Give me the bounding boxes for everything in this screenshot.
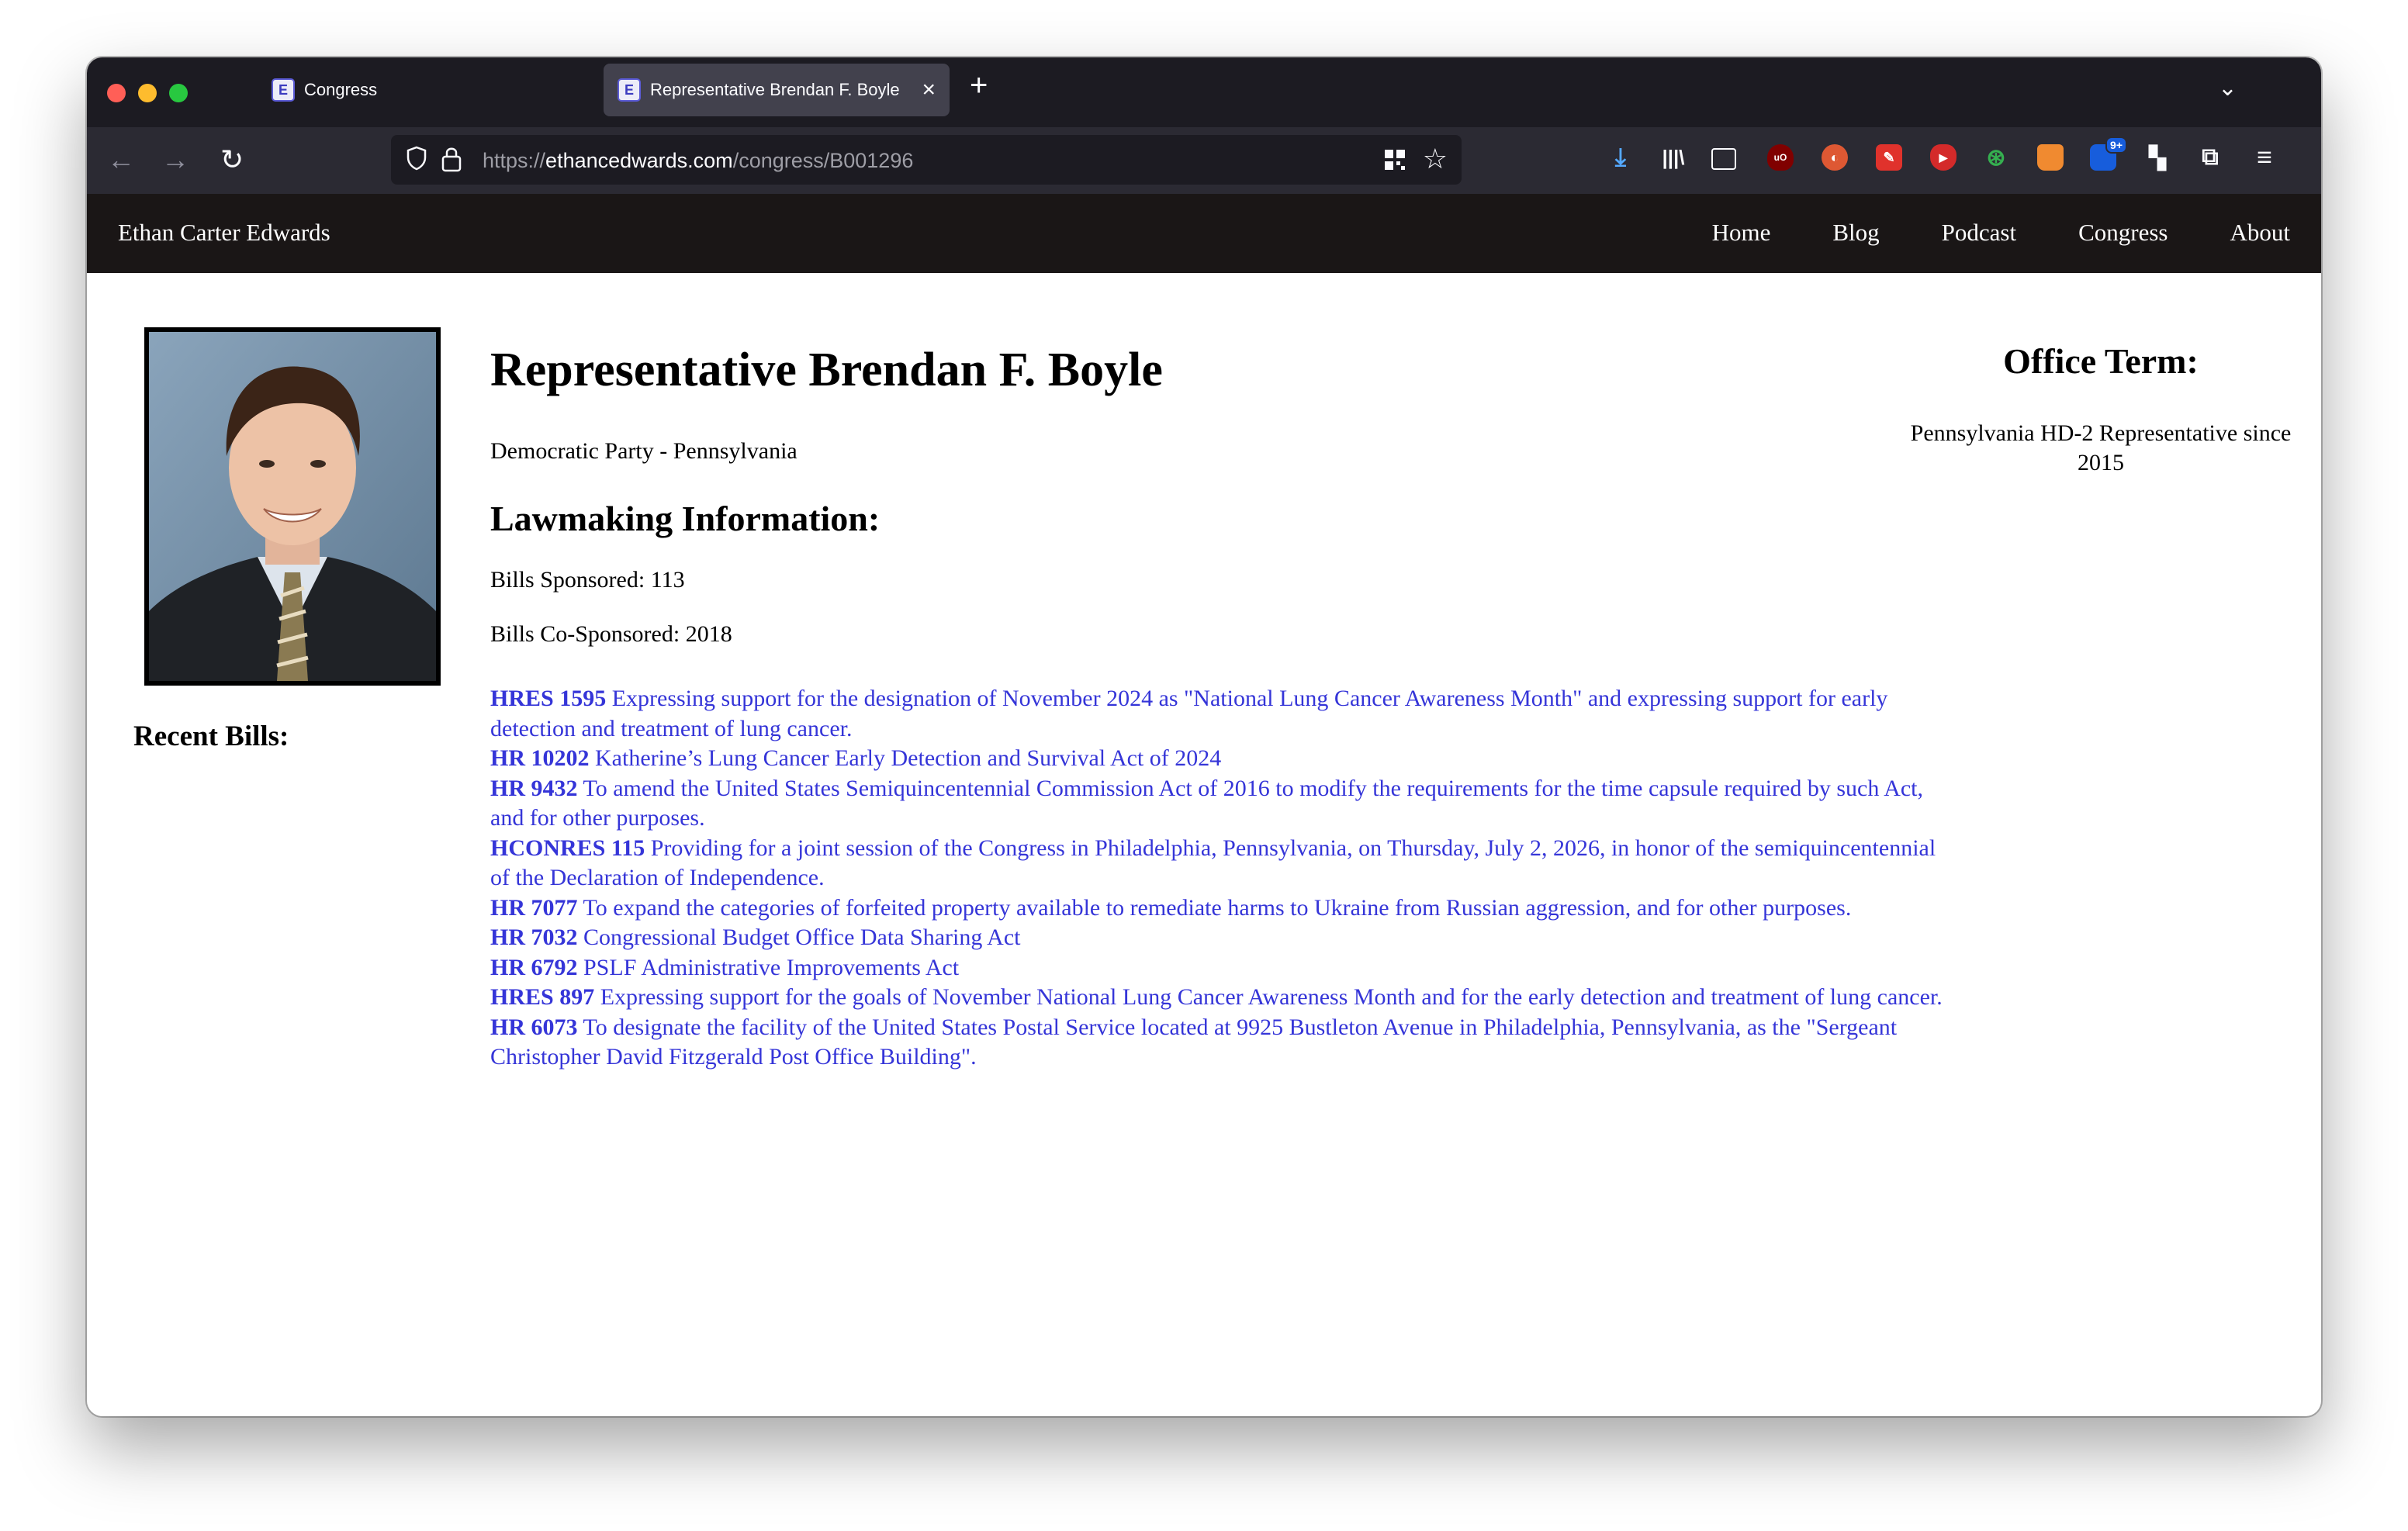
- bill-link[interactable]: HR 6073 To designate the facility of the…: [490, 1013, 1949, 1073]
- tracking-shield-icon[interactable]: [407, 146, 427, 171]
- lawmaking-heading: Lawmaking Information:: [490, 499, 881, 538]
- reload-icon[interactable]: ↻: [220, 143, 244, 177]
- puzzle-icon[interactable]: ⧉: [2197, 144, 2223, 171]
- bill-title: To designate the facility of the United …: [490, 1014, 1898, 1070]
- bill-title: To amend the United States Semiquincente…: [490, 775, 1924, 831]
- bill-link[interactable]: HR 7077 To expand the categories of forf…: [490, 893, 1949, 924]
- bill-title: Expressing support for the goals of Nove…: [600, 984, 1943, 1010]
- bill-link[interactable]: HR 9432 To amend the United States Semiq…: [490, 774, 1949, 834]
- tab-list-chevron-icon[interactable]: ⌄: [2218, 74, 2237, 102]
- profile-main: Representative Brendan F. Boyle Democrat…: [490, 341, 1949, 1073]
- extension-badge: 9+: [2105, 137, 2127, 154]
- bill-id: HRES 897: [490, 984, 595, 1010]
- nav-blog[interactable]: Blog: [1832, 219, 1879, 247]
- bills-sponsored: Bills Sponsored: 113: [490, 567, 685, 593]
- tab-representative[interactable]: E Representative Brendan F. Boyle ×: [604, 64, 950, 116]
- lock-icon[interactable]: [441, 146, 462, 172]
- site-header: Ethan Carter Edwards Home Blog Podcast C…: [87, 194, 2321, 273]
- navigation-toolbar: ← → ↻ https://ethancedwards.com/congress…: [87, 127, 2321, 194]
- site-favicon-icon: E: [618, 78, 641, 102]
- bill-title: Congressional Budget Office Data Sharing…: [583, 924, 1021, 950]
- bookmark-star-icon[interactable]: ☆: [1423, 143, 1448, 175]
- representative-portrait: [144, 327, 441, 686]
- party-state: Democratic Party - Pennsylvania: [490, 438, 797, 464]
- tab-strip: E Congress × E Representative Brendan F.…: [87, 57, 2321, 127]
- office-term-panel: Office Term: Pennsylvania HD-2 Represent…: [1899, 340, 2302, 478]
- site-favicon-icon: E: [272, 78, 295, 102]
- close-tab-icon[interactable]: ×: [922, 77, 936, 103]
- vpn-icon[interactable]: ⊛: [1983, 144, 2009, 171]
- ublock-icon[interactable]: uO: [1767, 144, 1794, 171]
- bill-title: Expressing support for the designation o…: [490, 686, 1888, 741]
- nav-podcast[interactable]: Podcast: [1942, 219, 2016, 247]
- browser-window: E Congress × E Representative Brendan F.…: [87, 57, 2321, 1416]
- bill-id: HR 6073: [490, 1014, 578, 1040]
- new-tab-button[interactable]: +: [970, 68, 988, 103]
- recent-bills-list: HRES 1595 Expressing support for the des…: [490, 684, 1949, 1073]
- portrait-photo: [149, 332, 436, 681]
- bill-title: PSLF Administrative Improvements Act: [583, 954, 960, 980]
- bitwarden-icon[interactable]: 9+: [2090, 137, 2127, 171]
- office-term-heading: Office Term:: [2003, 341, 2199, 381]
- nav-about[interactable]: About: [2230, 219, 2291, 247]
- color-picker-icon[interactable]: ✎: [1876, 144, 1902, 171]
- bill-id: HCONRES 115: [490, 835, 645, 861]
- bill-id: HR 7032: [490, 924, 578, 950]
- bill-link[interactable]: HR 6792 PSLF Administrative Improvements…: [490, 953, 1949, 983]
- bill-id: HRES 1595: [490, 686, 607, 711]
- bill-title: Providing for a joint session of the Con…: [490, 835, 1936, 891]
- bill-link[interactable]: HRES 1595 Expressing support for the des…: [490, 684, 1949, 744]
- youtube-icon[interactable]: ▶: [1930, 144, 1956, 171]
- url-domain: ethancedwards.com: [545, 149, 733, 172]
- forward-arrow-icon[interactable]: →: [161, 143, 189, 177]
- bill-link[interactable]: HCONRES 115 Providing for a joint sessio…: [490, 834, 1949, 893]
- grid-extension-icon[interactable]: ▚: [2144, 144, 2171, 171]
- bill-id: HR 10202: [490, 745, 590, 771]
- bill-link[interactable]: HRES 897 Expressing support for the goal…: [490, 983, 1949, 1013]
- url-path: /congress/B001296: [732, 149, 914, 172]
- zoom-window-button[interactable]: [169, 84, 188, 102]
- menu-icon[interactable]: ≡: [2251, 143, 2278, 172]
- qr-code-icon[interactable]: [1384, 149, 1406, 171]
- nav-home[interactable]: Home: [1712, 219, 1771, 247]
- nav-congress[interactable]: Congress: [2078, 219, 2168, 247]
- duckduckgo-icon[interactable]: ◐: [1822, 144, 1848, 171]
- library-icon[interactable]: |||\: [1660, 144, 1687, 171]
- page-title: Representative Brendan F. Boyle: [490, 344, 1163, 396]
- bill-id: HR 6792: [490, 954, 578, 980]
- bill-link[interactable]: HR 7032 Congressional Budget Office Data…: [490, 923, 1949, 953]
- url-text[interactable]: https://ethancedwards.com/congress/B0012…: [483, 149, 913, 173]
- sidebar-icon[interactable]: [1711, 148, 1736, 170]
- tab-title: Representative Brendan F. Boyle: [650, 80, 900, 99]
- site-brand-link[interactable]: Ethan Carter Edwards: [118, 219, 330, 247]
- bills-cosponsored: Bills Co-Sponsored: 2018: [490, 621, 732, 647]
- site-nav: Home Blog Podcast Congress About: [1712, 219, 2290, 247]
- back-arrow-icon[interactable]: ←: [107, 143, 135, 177]
- bill-id: HR 7077: [490, 894, 578, 921]
- fox-icon[interactable]: [2037, 144, 2064, 171]
- bill-title: To expand the categories of forfeited pr…: [583, 894, 1852, 921]
- close-window-button[interactable]: [107, 84, 126, 102]
- recent-bills-heading: Recent Bills:: [133, 721, 289, 752]
- office-term-text: Pennsylvania HD-2 Representative since 2…: [1910, 420, 2292, 475]
- minimize-window-button[interactable]: [138, 84, 157, 102]
- address-bar[interactable]: https://ethancedwards.com/congress/B0012…: [391, 135, 1462, 185]
- bill-title: Katherine’s Lung Cancer Early Detection …: [595, 745, 1222, 771]
- bill-id: HR 9432: [490, 775, 578, 801]
- bill-link[interactable]: HR 10202 Katherine’s Lung Cancer Early D…: [490, 744, 1949, 774]
- download-icon[interactable]: ⤓: [1607, 143, 1634, 171]
- url-scheme: https://: [483, 149, 546, 172]
